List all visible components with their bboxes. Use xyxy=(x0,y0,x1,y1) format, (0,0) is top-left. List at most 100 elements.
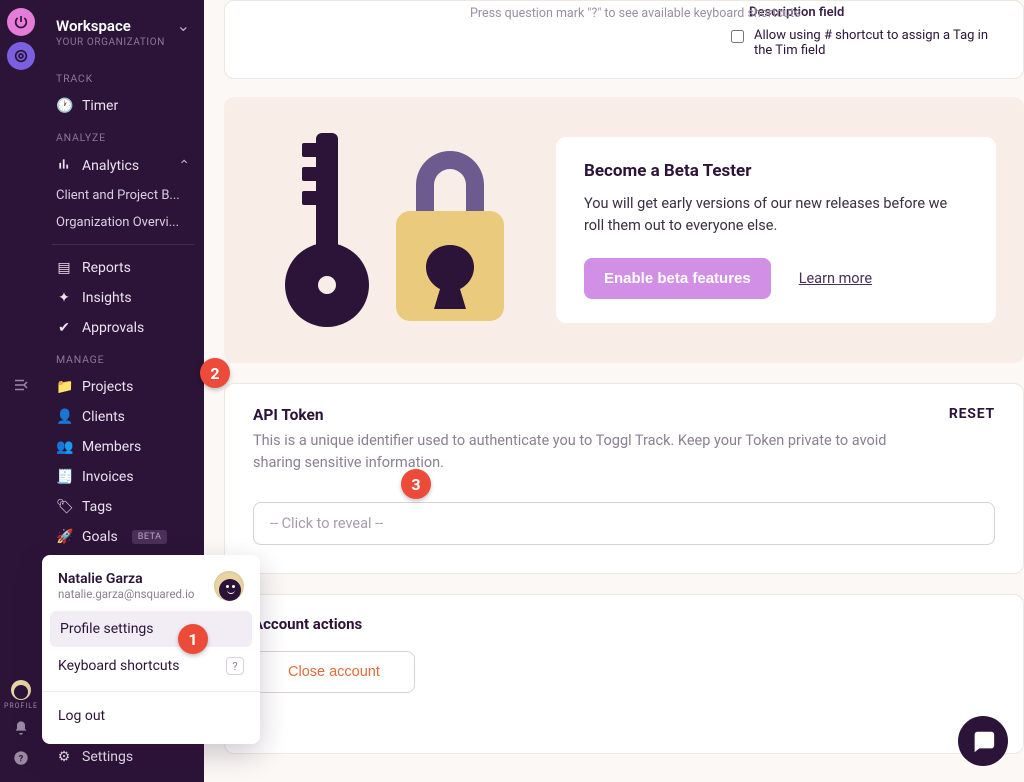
bell-icon xyxy=(13,720,29,736)
nav-label: Goals xyxy=(82,529,118,545)
workspace-title: Workspace xyxy=(56,17,131,35)
nav-label: Reports xyxy=(82,260,131,276)
nav-label: Invoices xyxy=(82,469,134,485)
nav-analytics-sub-org[interactable]: Organization Overvi... xyxy=(42,209,204,236)
chevron-down-icon: ⌄ xyxy=(177,16,190,35)
beta-panel: Become a Beta Tester You will get early … xyxy=(556,137,996,324)
profile-popup: Natalie Garza natalie.garza@nsquared.io … xyxy=(42,555,260,744)
popup-item-label: Log out xyxy=(58,708,105,724)
nav-label: Approvals xyxy=(82,320,144,336)
popup-item-label: Keyboard shortcuts xyxy=(58,658,179,674)
nav-label: Analytics xyxy=(82,158,168,174)
main-content: Description field Press question mark "?… xyxy=(204,0,1024,782)
section-analyze: ANALYZE xyxy=(42,121,204,150)
popup-profile-settings[interactable]: Profile settings xyxy=(50,611,252,647)
nav-clients[interactable]: 👤 Clients xyxy=(42,402,204,432)
rail-power-icon[interactable] xyxy=(7,8,35,36)
nav-insights[interactable]: ✦ Insights xyxy=(42,283,204,313)
rail-spiral-icon[interactable] xyxy=(7,42,35,70)
nav-approvals[interactable]: ✔ Approvals xyxy=(42,313,204,343)
avatar-icon xyxy=(11,680,31,700)
section-track: TRACK xyxy=(42,62,204,91)
popup-avatar xyxy=(214,571,244,601)
nav-invoices[interactable]: 🧾 Invoices xyxy=(42,462,204,492)
api-token-title: API Token xyxy=(253,406,913,424)
account-actions-card: Account actions Close account xyxy=(224,594,1024,754)
nav-label: Settings xyxy=(82,749,133,765)
section-manage: MANAGE xyxy=(42,343,204,372)
shortcuts-card: Description field Press question mark "?… xyxy=(224,0,1024,79)
nav-timer[interactable]: 🕐 Timer xyxy=(42,91,204,121)
tag-icon: 🏷 xyxy=(56,499,72,515)
beta-badge: BETA xyxy=(132,530,168,544)
rail-help[interactable]: ? xyxy=(13,750,29,770)
beta-illustration xyxy=(256,125,516,335)
nav-settings[interactable]: ⚙ Settings xyxy=(42,742,204,772)
intercom-launcher[interactable] xyxy=(958,716,1008,766)
rail-notifications[interactable] xyxy=(13,720,29,740)
gear-icon: ⚙ xyxy=(56,749,72,765)
help-icon: ? xyxy=(13,750,29,766)
nav-analytics-sub-client[interactable]: Client and Project B... xyxy=(42,182,204,209)
enable-beta-button[interactable]: Enable beta features xyxy=(584,258,771,299)
insights-icon: ✦ xyxy=(56,290,72,306)
close-account-button[interactable]: Close account xyxy=(253,651,415,693)
nav-members[interactable]: 👥 Members xyxy=(42,432,204,462)
bar-chart-icon xyxy=(56,157,72,175)
app-rail: PROFILE ? xyxy=(0,0,42,782)
check-circle-icon: ✔ xyxy=(56,320,72,336)
key-lock-icon xyxy=(256,125,516,335)
nav-goals[interactable]: 🚀 Goals BETA xyxy=(42,522,204,552)
collapse-icon xyxy=(12,376,30,394)
popup-item-label: Profile settings xyxy=(60,621,154,637)
callout-1: 1 xyxy=(178,624,208,654)
nav-reports[interactable]: ▤ Reports xyxy=(42,253,204,283)
nav-label: Projects xyxy=(82,379,133,395)
rail-collapse-icon[interactable] xyxy=(12,376,30,398)
reset-token-button[interactable]: RESET xyxy=(949,406,995,422)
nav-label: Insights xyxy=(82,290,132,306)
beta-title: Become a Beta Tester xyxy=(584,161,968,181)
popup-logout[interactable]: Log out xyxy=(42,698,260,734)
shortcut-key-badge: ? xyxy=(226,657,244,675)
workspace-switcher[interactable]: Workspace ⌄ xyxy=(42,8,204,35)
tag-shortcut-checkbox[interactable] xyxy=(731,30,744,43)
workspace-subtitle: YOUR ORGANIZATION xyxy=(42,35,204,62)
svg-text:?: ? xyxy=(19,753,24,764)
folder-icon: 📁 xyxy=(56,379,72,395)
callout-3: 3 xyxy=(401,469,431,499)
nav-tags[interactable]: 🏷 Tags xyxy=(42,492,204,522)
power-icon xyxy=(13,14,29,30)
rail-profile-label: PROFILE xyxy=(4,702,38,710)
nav-label: Clients xyxy=(82,409,125,425)
invoice-icon: 🧾 xyxy=(56,469,72,485)
client-icon: 👤 xyxy=(56,409,72,425)
nav-projects[interactable]: 📁 Projects xyxy=(42,372,204,402)
api-token-field[interactable]: -- Click to reveal -- xyxy=(253,502,995,545)
popup-user-name: Natalie Garza xyxy=(58,571,194,587)
beta-tester-card: Become a Beta Tester You will get early … xyxy=(224,97,1024,363)
tag-shortcut-label: Allow using # shortcut to assign a Tag i… xyxy=(754,28,999,58)
nav-label: Tags xyxy=(82,499,112,515)
learn-more-link[interactable]: Learn more xyxy=(799,270,872,287)
nav-analytics[interactable]: Analytics ⌃ xyxy=(42,150,204,182)
spiral-icon xyxy=(13,48,29,64)
popup-user-email: natalie.garza@nsquared.io xyxy=(58,587,194,601)
popup-keyboard-shortcuts[interactable]: Keyboard shortcuts ? xyxy=(42,647,260,685)
nav-label: Timer xyxy=(82,98,118,114)
rail-profile[interactable]: PROFILE xyxy=(4,680,38,710)
report-icon: ▤ xyxy=(56,260,72,276)
account-actions-title: Account actions xyxy=(253,615,995,633)
clock-icon: 🕐 xyxy=(56,98,72,114)
api-token-card: API Token This is a unique identifier us… xyxy=(224,383,1024,574)
keyboard-hint: Press question mark "?" to see available… xyxy=(470,6,801,21)
chat-icon xyxy=(970,728,996,754)
members-icon: 👥 xyxy=(56,439,72,455)
nav-label: Members xyxy=(82,439,141,455)
rocket-icon: 🚀 xyxy=(56,529,72,545)
divider xyxy=(52,244,194,245)
api-token-description: This is a unique identifier used to auth… xyxy=(253,430,913,474)
chevron-up-icon: ⌃ xyxy=(178,158,190,174)
divider xyxy=(42,691,260,692)
beta-text: You will get early versions of our new r… xyxy=(584,193,968,237)
